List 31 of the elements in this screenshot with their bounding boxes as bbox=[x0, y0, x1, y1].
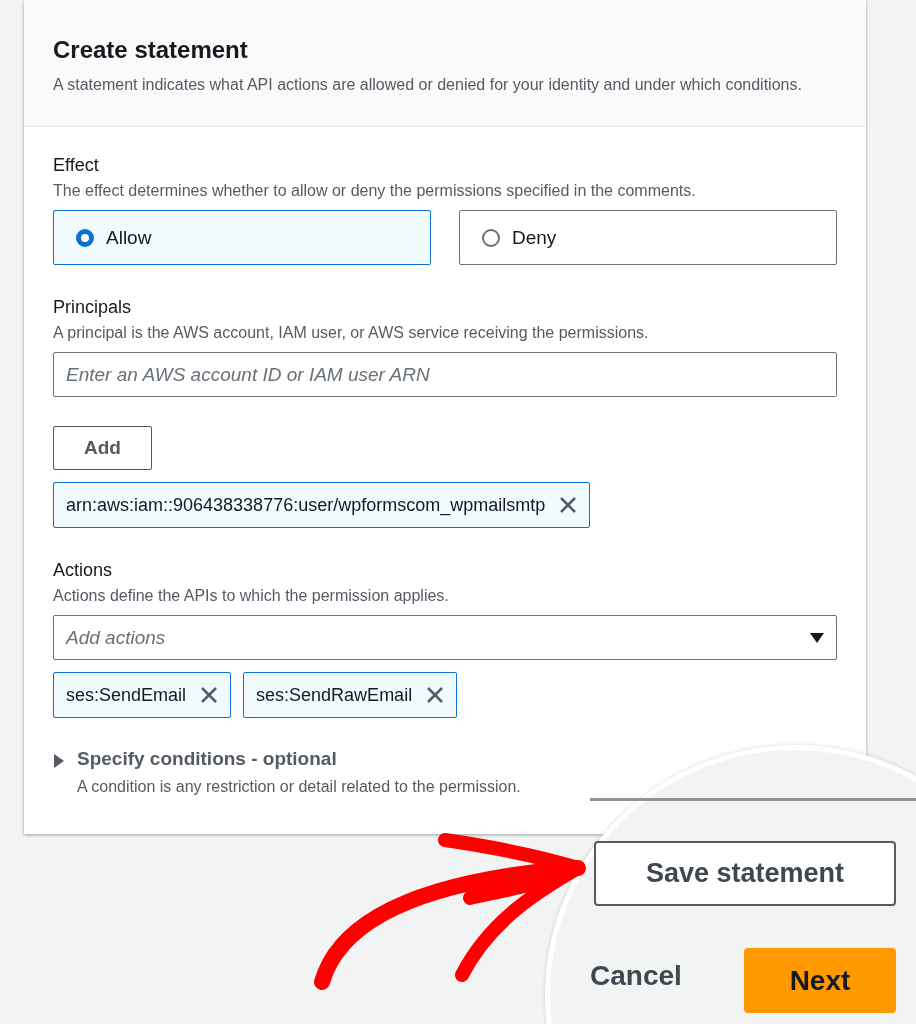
radio-button[interactable] bbox=[76, 228, 94, 247]
close-icon[interactable] bbox=[200, 686, 219, 704]
panel-description: A statement indicates what API actions are allowed or denied for your identity and under which conditions. bbox=[53, 75, 803, 95]
panel-title: Create statement bbox=[53, 36, 249, 64]
next-button[interactable]: Next bbox=[744, 948, 896, 1013]
radio-button[interactable] bbox=[482, 228, 500, 247]
field-label: Effect bbox=[53, 155, 100, 176]
token-label: ses:SendRawEmail bbox=[256, 684, 413, 706]
caret-icon bbox=[810, 631, 824, 644]
field-label: Principals bbox=[53, 297, 133, 318]
caret-icon[interactable] bbox=[53, 754, 65, 768]
field-description: A principal is the AWS account, IAM user, or AWS service receiving the permissions. bbox=[53, 323, 650, 343]
close-icon[interactable] bbox=[559, 496, 578, 514]
save-statement-button[interactable]: Save statement bbox=[594, 841, 896, 906]
token-label: ses:SendEmail bbox=[66, 684, 187, 706]
input-field[interactable]: Enter an AWS account ID or IAM user ARN bbox=[53, 352, 837, 397]
add-button[interactable]: Add bbox=[53, 426, 152, 470]
cancel-button[interactable]: Cancel bbox=[590, 960, 682, 992]
radio-label: Deny bbox=[512, 226, 557, 249]
token-label: arn:aws:iam::906438338776:user/wpformscom_wpmailsmtp bbox=[66, 494, 546, 516]
field-description: Actions define the APIs to which the permission applies. bbox=[53, 586, 450, 606]
expander-description: A condition is any restriction or detail related to the permission. bbox=[77, 777, 521, 797]
expander-title[interactable]: Specify conditions - optional bbox=[77, 748, 521, 770]
close-icon[interactable] bbox=[426, 686, 445, 704]
radio-label: Allow bbox=[106, 226, 152, 249]
field-label: Actions bbox=[53, 560, 114, 581]
radio-tile[interactable]: Deny bbox=[459, 210, 837, 265]
select-placeholder: Add actions bbox=[66, 626, 166, 649]
radio-tile[interactable]: Allow bbox=[53, 210, 431, 265]
select-field[interactable]: Add actions bbox=[53, 615, 837, 660]
field-description: The effect determines whether to allow or deny the permissions specified in the comments. bbox=[53, 181, 697, 201]
